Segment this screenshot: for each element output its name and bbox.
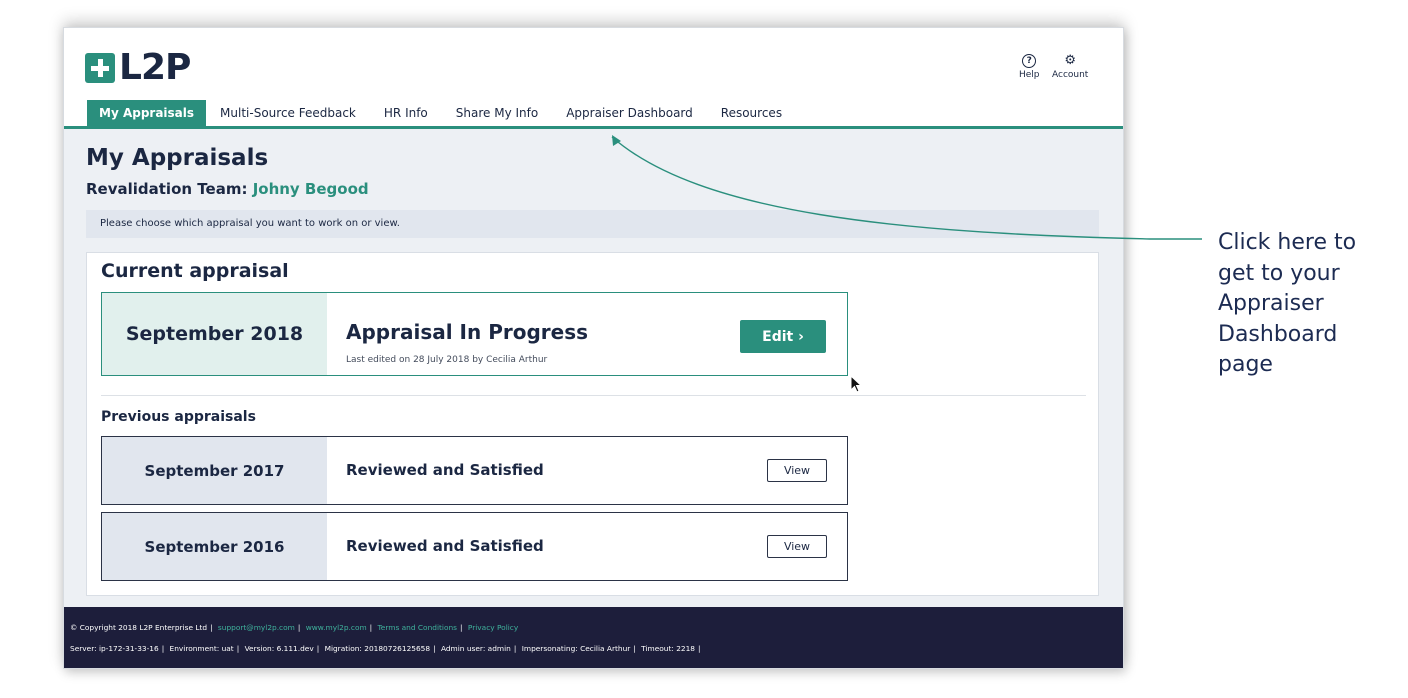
tab-appraiser-dashboard[interactable]: Appraiser Dashboard [552, 100, 707, 126]
app-window: L2P ? Help ⚙ Account My Appraisals Multi… [63, 27, 1124, 669]
footer: © Copyright 2018 L2P Enterprise Ltd | sup… [64, 607, 1123, 668]
tab-hr-info[interactable]: HR Info [370, 100, 442, 126]
tab-share-my-info[interactable]: Share My Info [442, 100, 552, 126]
privacy-link[interactable]: Privacy Policy [468, 623, 518, 632]
last-edited-text: Last edited on 28 July 2018 by Cecilia A… [346, 355, 548, 365]
header: L2P ? Help ⚙ Account My Appraisals Multi… [64, 28, 1123, 129]
timeout-info: Timeout: 2218 [641, 644, 696, 653]
terms-link[interactable]: Terms and Conditions [378, 623, 457, 632]
divider [101, 395, 1086, 396]
support-email-link[interactable]: support@myl2p.com [218, 623, 295, 632]
cursor-icon [850, 375, 863, 393]
tab-resources[interactable]: Resources [707, 100, 796, 126]
logo-text: L2P [119, 47, 191, 88]
view-button[interactable]: View [767, 459, 827, 482]
server-info: Server: ip-172-31-33-16 [70, 644, 159, 653]
logo-cross-icon [85, 53, 115, 83]
current-appraisal-heading: Current appraisal [101, 260, 289, 282]
version-info: Version: 6.111.dev [244, 644, 314, 653]
callout-line: Click here to [1218, 230, 1357, 255]
migration-info: Migration: 20180726125658 [324, 644, 431, 653]
callout-line: Appraiser [1218, 291, 1324, 316]
website-link[interactable]: www.myl2p.com [306, 623, 367, 632]
help-label: Help [1019, 70, 1040, 80]
tab-multi-source-feedback[interactable]: Multi-Source Feedback [206, 100, 370, 126]
notice-bar: Please choose which appraisal you want t… [86, 210, 1099, 238]
account-button[interactable]: ⚙ Account [1052, 53, 1089, 81]
tab-my-appraisals[interactable]: My Appraisals [87, 100, 207, 126]
revalidation-team: Revalidation Team: Johny Begood [86, 180, 369, 198]
previous-appraisal-card: September 2016 Reviewed and Satisfied Vi… [101, 512, 848, 581]
gear-icon: ⚙ [1064, 53, 1076, 68]
edit-button[interactable]: Edit › [740, 320, 826, 353]
team-label: Revalidation Team: [86, 180, 248, 198]
account-label: Account [1052, 70, 1089, 80]
previous-appraisal-status: Reviewed and Satisfied [346, 537, 544, 555]
team-name: Johny Begood [252, 180, 369, 198]
copyright-text: © Copyright 2018 L2P Enterprise Ltd [70, 623, 208, 632]
previous-appraisal-card: September 2017 Reviewed and Satisfied Vi… [101, 436, 848, 505]
previous-appraisal-date: September 2016 [102, 513, 327, 580]
callout-line: Dashboard [1218, 321, 1338, 347]
main-nav: My Appraisals Multi-Source Feedback HR I… [87, 100, 796, 126]
previous-appraisal-date: September 2017 [102, 437, 327, 504]
help-button[interactable]: ? Help [1019, 54, 1040, 80]
current-appraisal-card: September 2018 Appraisal In Progress Las… [101, 292, 848, 376]
help-icon: ? [1022, 54, 1037, 68]
footer-links: © Copyright 2018 L2P Enterprise Ltd | sup… [70, 623, 519, 632]
logo[interactable]: L2P [85, 47, 191, 88]
current-appraisal-status: Appraisal In Progress [346, 320, 589, 344]
callout-line: get to your [1218, 260, 1340, 286]
main-content: My Appraisals Revalidation Team: Johny B… [64, 129, 1123, 607]
callout-text: Click here to get to your Appraiser Dash… [1218, 228, 1356, 381]
admin-user-info: Admin user: admin [440, 644, 511, 653]
callout-line: page [1218, 352, 1273, 377]
previous-appraisals-heading: Previous appraisals [101, 409, 256, 425]
environment-info: Environment: uat [169, 644, 234, 653]
previous-appraisal-status: Reviewed and Satisfied [346, 461, 544, 479]
view-button[interactable]: View [767, 535, 827, 558]
page-title: My Appraisals [86, 145, 269, 171]
appraisals-panel: Current appraisal September 2018 Apprais… [86, 252, 1099, 596]
footer-environment-info: Server: ip-172-31-33-16 | Environment: ua… [70, 644, 701, 653]
current-appraisal-date: September 2018 [102, 293, 327, 375]
impersonating-info: Impersonating: Cecilia Arthur [521, 644, 631, 653]
